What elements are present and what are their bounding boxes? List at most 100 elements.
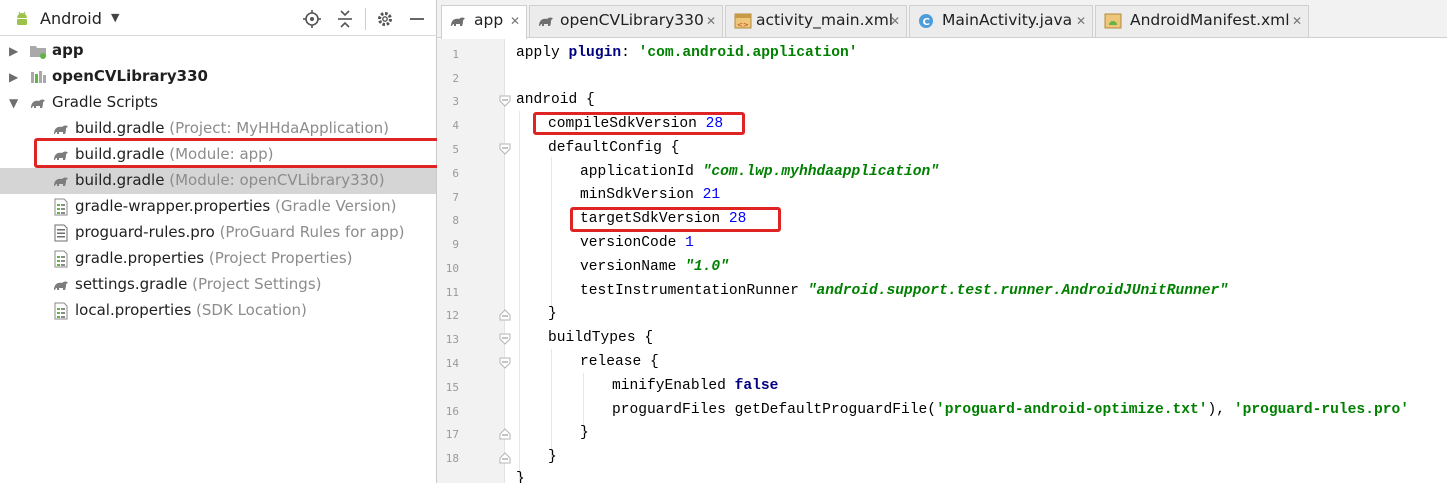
code-line-6: applicationId "com.lwp.myhhdaapplication… [580, 164, 940, 180]
gradle-icon [54, 177, 68, 186]
fold-open-icon[interactable] [499, 333, 511, 345]
line-number: 7 [452, 191, 459, 204]
close-icon[interactable]: ✕ [1076, 14, 1086, 28]
line-number: 2 [452, 72, 459, 85]
highlight-box [533, 112, 745, 135]
code-line-16: proguardFiles getDefaultProguardFile('pr… [612, 402, 1409, 418]
gradle-icon [31, 99, 45, 108]
tree-item-build-gradle-opencv[interactable]: build.gradle (Module: openCVLibrary330) [0, 168, 436, 194]
collapse-arrow-icon[interactable]: ▼ [9, 96, 18, 110]
code-line-14: release { [580, 354, 659, 370]
code-editor: app ✕ openCVLibrary330 ✕ <> activity_mai… [437, 0, 1447, 483]
code-area[interactable]: apply plugin: 'com.android.application' … [516, 39, 1447, 483]
line-number-gutter: 1 2 3 4 5 6 7 8 9 10 11 12 13 14 15 16 1… [437, 39, 511, 483]
code-line-19: } [516, 471, 525, 483]
close-icon[interactable]: ✕ [890, 14, 900, 28]
manifest-icon [1104, 13, 1122, 29]
tree-file-label: build.gradle (Project: MyHHdaApplication… [75, 119, 389, 137]
expand-arrow-icon[interactable]: ▶ [9, 44, 18, 58]
close-icon[interactable]: ✕ [706, 14, 716, 28]
line-number: 6 [452, 167, 459, 180]
tab-label: openCVLibrary330 [560, 11, 704, 29]
fold-close-icon[interactable] [499, 428, 511, 440]
android-icon [17, 11, 27, 25]
line-number: 5 [452, 143, 459, 156]
library-module-icon [31, 71, 46, 83]
text-file-icon [54, 224, 68, 242]
gear-icon[interactable] [374, 8, 396, 30]
code-line-9: versionCode 1 [580, 235, 694, 251]
expand-arrow-icon[interactable]: ▶ [9, 70, 18, 84]
properties-file-icon [54, 250, 68, 268]
code-line-12: } [548, 306, 557, 322]
tree-item-gradle-scripts[interactable]: ▼ Gradle Scripts [0, 90, 436, 116]
tree-file-label: gradle.properties (Project Properties) [75, 249, 353, 267]
minimize-icon[interactable] [406, 8, 428, 30]
tree-file-label: local.properties (SDK Location) [75, 301, 307, 319]
fold-open-icon[interactable] [499, 143, 511, 155]
code-line-15: minifyEnabled false [612, 378, 779, 394]
indent-guide [519, 111, 520, 481]
code-line-5: defaultConfig { [548, 140, 680, 156]
fold-close-icon[interactable] [499, 309, 511, 321]
fold-open-icon[interactable] [499, 357, 511, 369]
code-line-17: } [580, 425, 589, 441]
layout-xml-icon: <> [734, 13, 752, 29]
collapse-all-icon[interactable] [334, 8, 356, 30]
line-number: 1 [452, 48, 459, 61]
tree-item-settings-gradle[interactable]: settings.gradle (Project Settings) [0, 272, 436, 298]
tab-label: AndroidManifest.xml [1130, 11, 1290, 29]
line-number: 13 [445, 333, 459, 346]
project-view-selector[interactable]: Android [40, 9, 102, 28]
close-icon[interactable]: ✕ [510, 14, 520, 28]
code-line-13: buildTypes { [548, 330, 654, 346]
tree-item-label: app [52, 41, 84, 59]
header-separator [365, 8, 366, 30]
tree-item-local-properties[interactable]: local.properties (SDK Location) [0, 298, 436, 324]
code-line-11: testInstrumentationRunner "android.suppo… [580, 283, 1229, 299]
line-number: 16 [445, 405, 459, 418]
tree-item-gradle-properties[interactable]: gradle.properties (Project Properties) [0, 246, 436, 272]
tree-file-label: build.gradle (Module: openCVLibrary330) [75, 171, 385, 189]
code-line-3: android { [516, 92, 595, 108]
java-class-icon: C [919, 14, 933, 28]
properties-file-icon [54, 198, 68, 216]
fold-close-icon[interactable] [499, 452, 511, 464]
line-number: 8 [452, 214, 459, 227]
gradle-icon [54, 125, 68, 134]
fold-open-icon[interactable] [499, 95, 511, 107]
tab-label: MainActivity.java [942, 11, 1073, 29]
svg-text:<>: <> [737, 21, 749, 29]
tab-activity-main-xml[interactable]: <> activity_main.xml ✕ [725, 5, 907, 37]
tab-app[interactable]: app ✕ [441, 5, 527, 39]
tree-item-label: Gradle Scripts [52, 93, 158, 111]
line-number: 15 [445, 381, 459, 394]
gradle-icon [451, 17, 465, 26]
tree-item-proguard-rules[interactable]: proguard-rules.pro (ProGuard Rules for a… [0, 220, 436, 246]
line-number: 18 [445, 452, 459, 465]
line-number: 17 [445, 428, 459, 441]
tab-opencv-library[interactable]: openCVLibrary330 ✕ [529, 5, 723, 37]
code-line-18: } [548, 449, 557, 465]
code-line-1: apply plugin: 'com.android.application' [516, 45, 858, 61]
tab-main-activity-java[interactable]: C MainActivity.java ✕ [909, 5, 1093, 37]
line-number: 12 [445, 309, 459, 322]
chevron-down-icon[interactable]: ▼ [111, 11, 119, 24]
line-number: 3 [452, 95, 459, 108]
close-icon[interactable]: ✕ [1292, 14, 1302, 28]
highlight-box [570, 207, 781, 232]
tree-file-label: settings.gradle (Project Settings) [75, 275, 322, 293]
tab-label: app [474, 11, 504, 29]
tab-android-manifest-xml[interactable]: AndroidManifest.xml ✕ [1095, 5, 1309, 37]
tab-label: activity_main.xml [756, 11, 894, 29]
line-number: 4 [452, 119, 459, 132]
tree-item-opencv-library[interactable]: ▶ openCVLibrary330 [0, 64, 436, 90]
locate-target-icon[interactable] [301, 8, 323, 30]
code-line-7: minSdkVersion 21 [580, 187, 721, 203]
project-panel: Android ▼ ▶ app ▶ openCVLibrary330 ▼ Gra… [0, 0, 456, 483]
tree-item-app[interactable]: ▶ app [0, 38, 436, 64]
tree-file-label: proguard-rules.pro (ProGuard Rules for a… [75, 223, 405, 241]
highlight-box [34, 138, 456, 168]
tree-item-gradle-wrapper-properties[interactable]: gradle-wrapper.properties (Gradle Versio… [0, 194, 436, 220]
properties-file-icon [54, 302, 68, 320]
